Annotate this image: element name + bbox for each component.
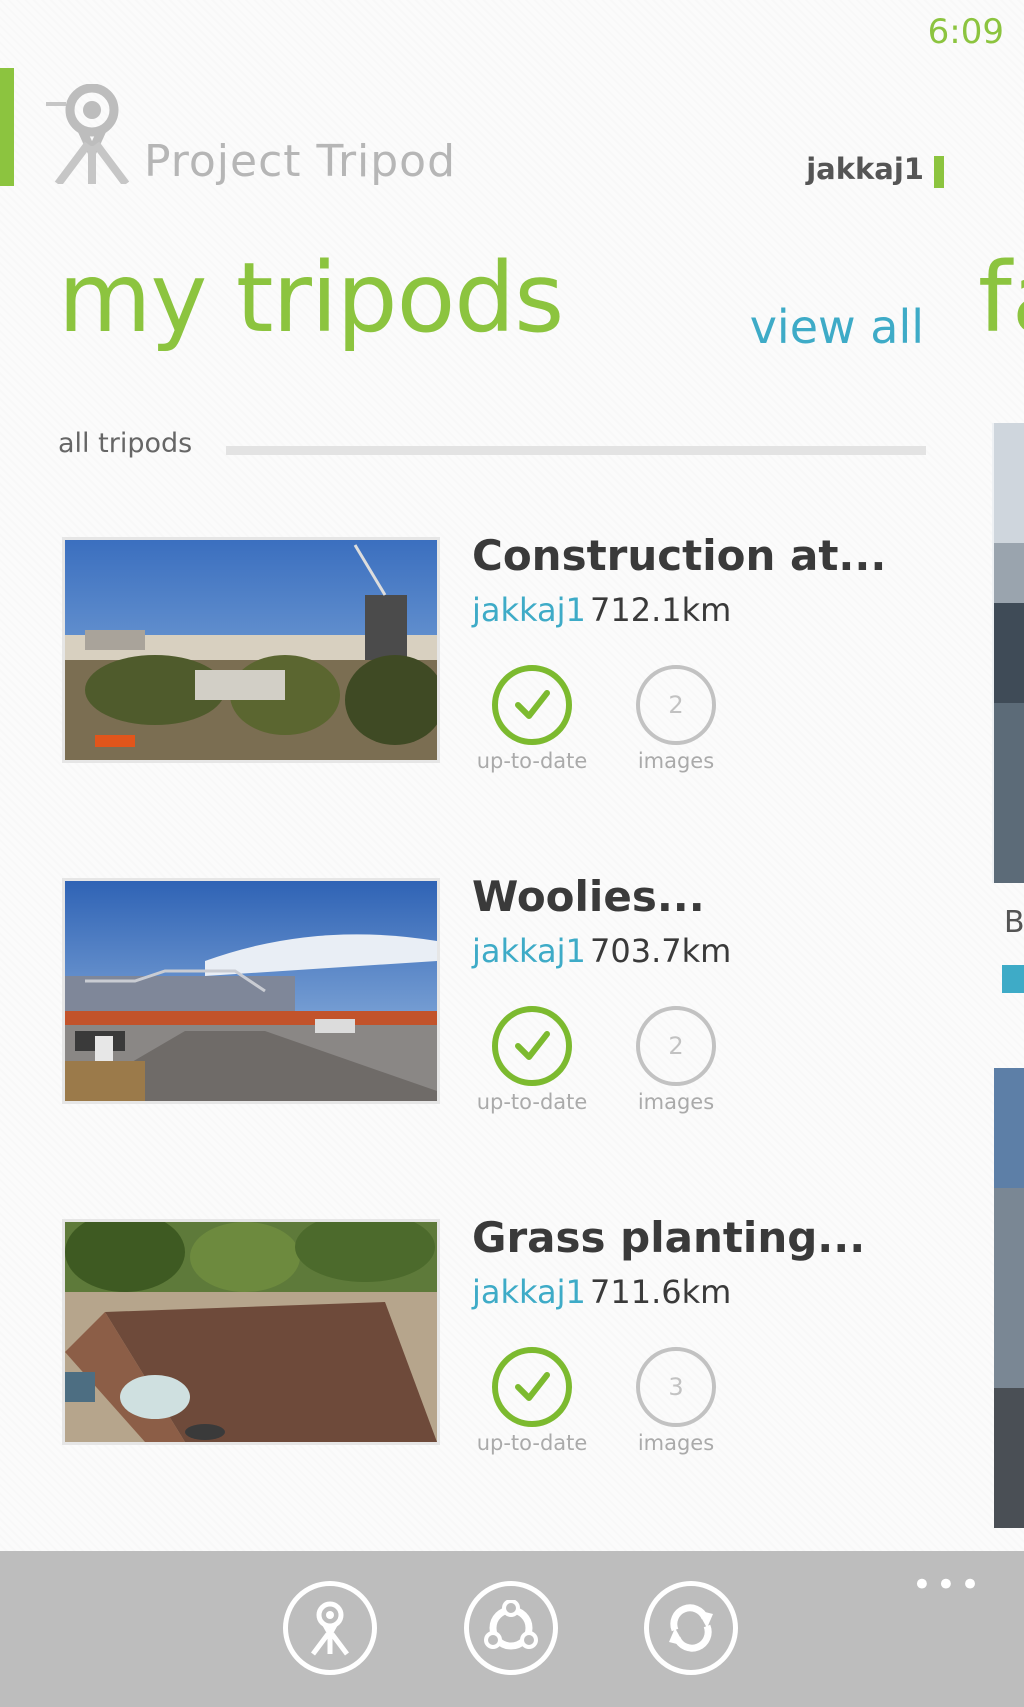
page-title: my tripods bbox=[58, 242, 564, 354]
status-label: up-to-date bbox=[476, 749, 588, 773]
tripod-thumbnail[interactable] bbox=[62, 537, 440, 763]
tripod-distance: 712.1km bbox=[590, 591, 732, 629]
tripod-title[interactable]: Grass planting... bbox=[472, 1213, 865, 1262]
share-icon bbox=[484, 1600, 538, 1650]
sync-button[interactable] bbox=[644, 1581, 738, 1675]
sync-icon bbox=[669, 1604, 713, 1652]
divider bbox=[226, 446, 926, 455]
subheader: all tripods bbox=[58, 428, 193, 459]
status-badge bbox=[492, 1347, 572, 1427]
status-badge bbox=[492, 1006, 572, 1086]
images-label: images bbox=[637, 749, 715, 773]
accent-bar bbox=[0, 68, 14, 186]
tripod-owner[interactable]: jakkaj1 bbox=[472, 1273, 586, 1311]
tripod-card[interactable]: Construction at... jakkaj1 712.1km up-to… bbox=[62, 531, 942, 777]
images-label: images bbox=[637, 1090, 715, 1114]
check-icon bbox=[515, 1031, 550, 1060]
image-count-badge: 3 bbox=[636, 1347, 716, 1427]
tripod-title[interactable]: Construction at... bbox=[472, 531, 886, 580]
user-accent-bar bbox=[934, 156, 944, 188]
tripod-distance: 703.7km bbox=[590, 932, 732, 970]
image-count-badge: 2 bbox=[636, 665, 716, 745]
tripod-thumbnail[interactable] bbox=[62, 1219, 440, 1445]
status-time: 6:09 bbox=[927, 12, 1004, 52]
logo-text: Project Tripod bbox=[144, 136, 457, 187]
next-panel-image[interactable] bbox=[992, 1068, 1024, 1528]
tripod-distance: 711.6km bbox=[590, 1273, 732, 1311]
next-panel-image[interactable] bbox=[992, 423, 1024, 883]
app-bar: ••• bbox=[0, 1551, 1024, 1707]
tripod-icon bbox=[311, 1601, 349, 1656]
check-icon bbox=[515, 1372, 550, 1401]
username[interactable]: jakkaj1 bbox=[806, 152, 924, 186]
share-button[interactable] bbox=[464, 1581, 558, 1675]
image-count-badge: 2 bbox=[636, 1006, 716, 1086]
status-badge bbox=[492, 665, 572, 745]
next-panel-text: B bbox=[1004, 905, 1024, 940]
tripod-button[interactable] bbox=[283, 1581, 377, 1675]
tripod-owner[interactable]: jakkaj1 bbox=[472, 932, 586, 970]
view-all-link[interactable]: view all bbox=[750, 300, 924, 354]
images-label: images bbox=[637, 1431, 715, 1455]
tripod-owner[interactable]: jakkaj1 bbox=[472, 591, 586, 629]
more-menu-button[interactable]: ••• bbox=[912, 1565, 984, 1605]
tripod-thumbnail[interactable] bbox=[62, 878, 440, 1104]
next-panorama-title: fa bbox=[978, 242, 1024, 354]
tripod-logo-icon bbox=[46, 84, 130, 184]
tripod-card[interactable]: Woolies... jakkaj1 703.7km up-to-date 2 … bbox=[62, 872, 942, 1118]
tripod-card[interactable]: Grass planting... jakkaj1 711.6km up-to-… bbox=[62, 1213, 942, 1459]
status-label: up-to-date bbox=[476, 1090, 588, 1114]
check-icon bbox=[515, 690, 550, 719]
tripod-title[interactable]: Woolies... bbox=[472, 872, 705, 921]
app-logo: Project Tripod bbox=[46, 84, 466, 194]
next-panel-link-icon[interactable] bbox=[1002, 965, 1024, 993]
status-label: up-to-date bbox=[476, 1431, 588, 1455]
